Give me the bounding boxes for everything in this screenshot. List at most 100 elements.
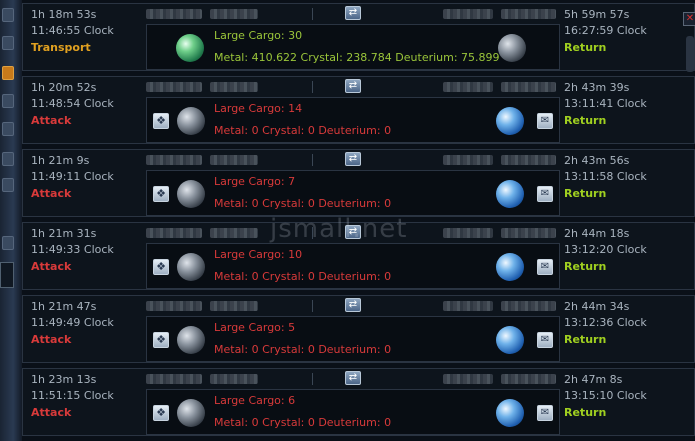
origin-coords-redacted	[210, 301, 258, 311]
origin-redacted	[146, 374, 202, 384]
origin-planet-icon[interactable]	[177, 253, 205, 281]
return-clock: 16:27:59 Clock	[564, 24, 647, 37]
destination-planet-icon[interactable]	[496, 399, 524, 427]
fleet-row: 1h 18m 53s 11:46:55 Clock Transport ⇄ 5h 59m…	[22, 3, 695, 71]
reverse-arrow-icon[interactable]: ⇄	[345, 298, 361, 312]
dest-redacted	[443, 374, 493, 384]
espionage-icon[interactable]: ❖	[153, 113, 169, 129]
arrival-countdown: 1h 21m 47s	[31, 300, 97, 313]
return-label: Return	[564, 333, 607, 346]
fleet-icon[interactable]	[2, 66, 14, 80]
arrival-clock: 11:46:55 Clock	[31, 24, 114, 37]
resources-text: Metal: 0 Crystal: 0 Deuterium: 0	[214, 343, 392, 356]
return-countdown: 2h 43m 56s	[564, 154, 630, 167]
envelope-icon[interactable]: ✉	[537, 113, 553, 129]
close-icon[interactable]: ✕	[683, 12, 695, 26]
origin-coords-redacted	[210, 228, 258, 238]
dest-redacted	[443, 228, 493, 238]
espionage-icon[interactable]: ❖	[153, 332, 169, 348]
envelope-icon[interactable]: ✉	[537, 186, 553, 202]
origin-coords-redacted	[210, 374, 258, 384]
reverse-arrow-icon[interactable]: ⇄	[345, 152, 361, 166]
envelope-icon[interactable]: ✉	[537, 332, 553, 348]
espionage-icon[interactable]: ❖	[153, 259, 169, 275]
fleet-row: 1h 21m 47s 11:49:49 Clock Attack ⇄ 2h 44m 34…	[22, 295, 695, 363]
resources-text: Metal: 0 Crystal: 0 Deuterium: 0	[214, 416, 392, 429]
divider	[312, 373, 313, 385]
menu-icon[interactable]	[2, 178, 14, 192]
dest-coords-redacted	[501, 301, 556, 311]
mission-type: Attack	[31, 187, 72, 200]
return-clock: 13:15:10 Clock	[564, 389, 647, 402]
cargo-text: Large Cargo: 7	[214, 175, 296, 188]
envelope-icon[interactable]: ✉	[537, 405, 553, 421]
destination-planet-icon[interactable]	[496, 180, 524, 208]
dest-coords-redacted	[501, 228, 556, 238]
return-clock: 13:12:20 Clock	[564, 243, 647, 256]
divider	[312, 81, 313, 93]
destination-planet-icon[interactable]	[496, 107, 524, 135]
dest-coords-redacted	[501, 155, 556, 165]
espionage-icon[interactable]: ❖	[153, 405, 169, 421]
origin-redacted	[146, 82, 202, 92]
origin-coords-redacted	[210, 9, 258, 19]
reverse-arrow-icon[interactable]: ⇄	[345, 6, 361, 20]
origin-planet-icon[interactable]	[177, 399, 205, 427]
return-clock: 13:11:58 Clock	[564, 170, 647, 183]
arrival-countdown: 1h 23m 13s	[31, 373, 97, 386]
resources-text: Metal: 0 Crystal: 0 Deuterium: 0	[214, 270, 392, 283]
return-countdown: 2h 47m 8s	[564, 373, 623, 386]
arrival-clock: 11:51:15 Clock	[31, 389, 114, 402]
origin-planet-icon[interactable]	[177, 180, 205, 208]
destination-planet-icon[interactable]	[498, 34, 526, 62]
scrollbar[interactable]	[686, 36, 694, 72]
arrival-clock: 11:49:33 Clock	[31, 243, 114, 256]
menu-icon[interactable]	[2, 122, 14, 136]
fleet-details: ❖ Large Cargo: 14 Metal: 0 Crystal: 0 Deut…	[146, 97, 560, 143]
cargo-text: Large Cargo: 14	[214, 102, 303, 115]
destination-planet-icon[interactable]	[496, 253, 524, 281]
arrival-countdown: 1h 21m 9s	[31, 154, 90, 167]
menu-icon[interactable]	[2, 8, 14, 22]
menu-icon[interactable]	[2, 36, 14, 50]
reverse-arrow-icon[interactable]: ⇄	[345, 371, 361, 385]
origin-planet-icon[interactable]	[176, 34, 204, 62]
fleet-row: 1h 23m 13s 11:51:15 Clock Attack ⇄ 2h 47m 8s…	[22, 368, 695, 436]
dest-coords-redacted	[501, 82, 556, 92]
reverse-arrow-icon[interactable]: ⇄	[345, 79, 361, 93]
menu-icon[interactable]	[2, 152, 14, 166]
mission-type: Attack	[31, 406, 72, 419]
dest-coords-redacted	[501, 374, 556, 384]
return-clock: 13:12:36 Clock	[564, 316, 647, 329]
destination-planet-icon[interactable]	[496, 326, 524, 354]
resources-text: Metal: 410.622 Crystal: 238.784 Deuteriu…	[214, 51, 500, 64]
return-label: Return	[564, 187, 607, 200]
cargo-text: Large Cargo: 30	[214, 29, 303, 42]
arrival-clock: 11:48:54 Clock	[31, 97, 114, 110]
resources-text: Metal: 0 Crystal: 0 Deuterium: 0	[214, 197, 392, 210]
cargo-text: Large Cargo: 5	[214, 321, 296, 334]
divider	[312, 300, 313, 312]
return-countdown: 2h 44m 34s	[564, 300, 630, 313]
return-label: Return	[564, 406, 607, 419]
arrival-countdown: 1h 18m 53s	[31, 8, 97, 21]
arrival-clock: 11:49:11 Clock	[31, 170, 114, 183]
return-label: Return	[564, 41, 607, 54]
origin-planet-icon[interactable]	[177, 326, 205, 354]
arrival-countdown: 1h 21m 31s	[31, 227, 97, 240]
fleet-details: Large Cargo: 30 Metal: 410.622 Crystal: 2…	[146, 24, 560, 70]
dest-redacted	[443, 82, 493, 92]
menu-icon[interactable]	[2, 94, 14, 108]
fleet-details: ❖ Large Cargo: 7 Metal: 0 Crystal: 0 Deute…	[146, 170, 560, 216]
origin-coords-redacted	[210, 82, 258, 92]
menu-icon[interactable]	[2, 236, 14, 250]
arrival-countdown: 1h 20m 52s	[31, 81, 97, 94]
divider	[312, 8, 313, 20]
return-countdown: 2h 44m 18s	[564, 227, 630, 240]
origin-planet-icon[interactable]	[177, 107, 205, 135]
envelope-icon[interactable]: ✉	[537, 259, 553, 275]
side-toolbar	[0, 0, 22, 441]
return-countdown: 5h 59m 57s	[564, 8, 630, 21]
espionage-icon[interactable]: ❖	[153, 186, 169, 202]
side-panel[interactable]	[0, 262, 14, 288]
